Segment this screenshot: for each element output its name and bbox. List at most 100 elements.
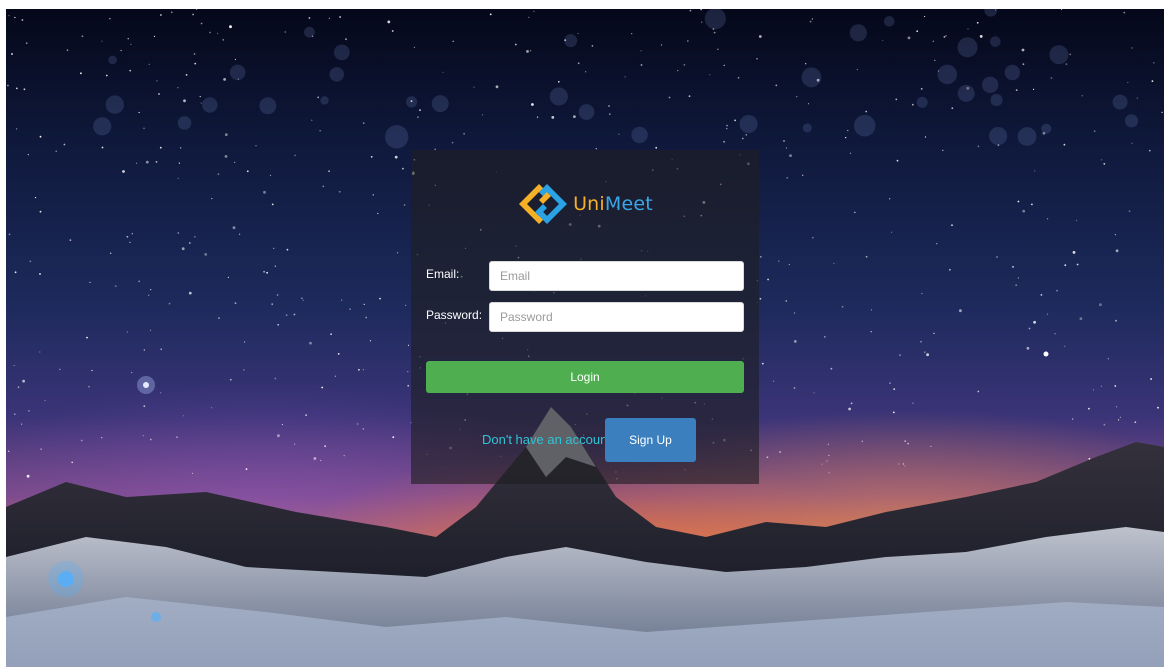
star [25,42,28,45]
star [243,369,245,371]
star [1017,277,1019,279]
star [533,10,535,12]
star [239,233,241,235]
bokeh-light [177,116,192,130]
star [1136,97,1138,99]
star [802,174,804,176]
star [811,18,814,20]
star [966,86,970,90]
star [39,273,41,275]
bokeh-light [984,9,998,17]
star [856,69,858,71]
star [229,25,232,29]
star [135,162,138,164]
star [339,16,341,18]
star [689,9,692,12]
star [255,145,257,147]
star [120,49,122,52]
login-panel: UniMeet Email: Password: Login Don't hav… [411,150,759,484]
brand-name: UniMeet [573,193,653,215]
star [854,211,856,213]
star [39,210,42,213]
star [80,72,82,75]
login-button[interactable]: Login [426,361,744,393]
star [1031,203,1033,206]
star [463,132,465,135]
star [122,170,125,173]
star [358,368,360,371]
bokeh-light [1049,45,1069,65]
star [217,32,219,34]
star [293,313,296,316]
star [178,162,180,164]
star [309,341,312,345]
star [337,353,340,355]
star [200,102,202,104]
star [1015,284,1017,286]
star [489,13,492,16]
star [131,371,133,374]
star [756,57,758,60]
star [723,140,725,143]
star [959,309,962,313]
star [745,134,747,136]
star [160,14,162,16]
star [1076,263,1079,266]
star [217,173,220,176]
star [273,247,275,249]
star [59,368,61,370]
star [286,248,289,251]
star [114,285,117,287]
password-field[interactable] [489,302,744,332]
star [688,95,691,98]
star [1065,63,1068,65]
star [1103,163,1106,165]
star [105,74,108,77]
star [591,45,594,47]
star [148,63,150,65]
star [341,299,343,301]
star [234,302,237,304]
star [1161,111,1163,113]
star [319,130,321,132]
star [849,152,852,154]
star [920,340,922,343]
star [224,133,228,136]
star [1022,209,1026,213]
star [246,170,249,173]
star [976,21,979,24]
star [185,74,188,76]
star [66,49,69,52]
star [1107,358,1109,360]
star [417,116,419,119]
star [188,242,191,244]
star [1064,345,1066,347]
star [1115,249,1119,253]
star [785,300,788,302]
star [921,292,923,295]
star [328,17,330,19]
bokeh-light [990,93,1003,107]
star [577,32,579,35]
star [181,247,185,251]
star [379,297,381,300]
star [926,353,929,357]
star [932,40,934,42]
star [15,87,18,90]
star [933,332,935,334]
star [870,309,873,311]
star [311,35,314,37]
signup-button[interactable]: Sign Up [605,418,696,462]
email-field[interactable] [489,261,744,291]
star [896,159,899,162]
star [158,93,160,95]
bokeh-light [385,125,409,149]
star [713,31,716,34]
star [209,31,211,34]
star [143,349,145,351]
star [640,50,642,52]
star [967,28,969,30]
bokeh-light [631,126,648,144]
bokeh-light [802,123,812,133]
star [55,150,57,152]
